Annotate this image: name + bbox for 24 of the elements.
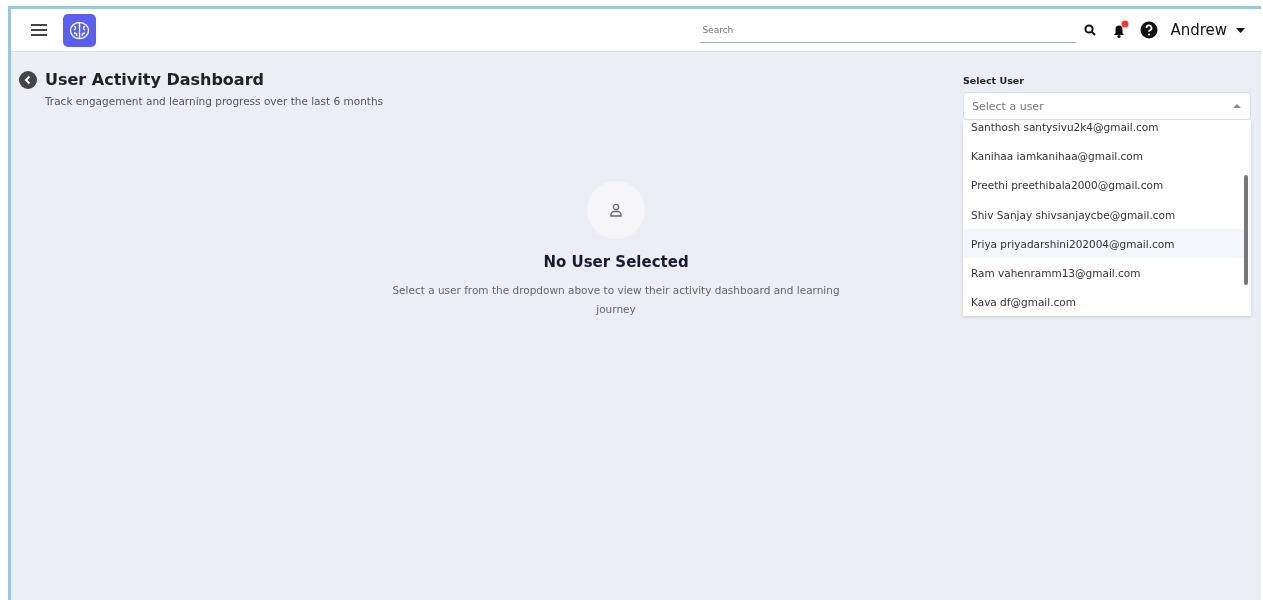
empty-state-message: Select a user from the dropdown above to view their activity dashboard and learning journey bbox=[391, 283, 841, 317]
search-field[interactable]: Search bbox=[700, 17, 1077, 43]
dropdown-option[interactable]: Santhosh santysivu2k4@gmail.com bbox=[963, 120, 1244, 142]
field-label: Select User bbox=[963, 75, 1025, 86]
menu-icon[interactable] bbox=[31, 24, 47, 36]
dropdown-option[interactable]: Preethi preethibala2000@gmail.com bbox=[963, 170, 1244, 200]
scrollbar-thumb[interactable] bbox=[1244, 175, 1248, 285]
user-select[interactable]: Select a user bbox=[963, 92, 1251, 120]
page-title: User Activity Dashboard bbox=[45, 70, 264, 89]
dropdown-option[interactable]: Priya priyadarshini202004@gmail.com bbox=[963, 229, 1244, 259]
brain-logo-icon bbox=[63, 13, 96, 47]
back-icon[interactable] bbox=[19, 70, 37, 89]
caret-icon bbox=[1236, 27, 1245, 33]
dropdown-option[interactable]: Kava df@gmail.com bbox=[963, 287, 1244, 316]
user-icon bbox=[609, 203, 623, 217]
dropdown-option[interactable]: Kanihaa iamkanihaa@gmail.com bbox=[963, 141, 1244, 171]
search-icon[interactable] bbox=[1084, 24, 1097, 36]
empty-state-title: No User Selected bbox=[543, 253, 689, 271]
dropdown-option[interactable]: Ram vahenramm13@gmail.com bbox=[963, 258, 1244, 288]
page-subtitle: Track engagement and learning progress over the last 6 months bbox=[45, 95, 385, 107]
user-menu-button[interactable]: Andrew bbox=[1168, 21, 1247, 39]
help-icon[interactable] bbox=[1140, 21, 1159, 39]
dropdown-option[interactable]: Shiv Sanjay shivsanjaycbe@gmail.com bbox=[963, 199, 1244, 230]
caret-icon bbox=[1233, 104, 1241, 108]
